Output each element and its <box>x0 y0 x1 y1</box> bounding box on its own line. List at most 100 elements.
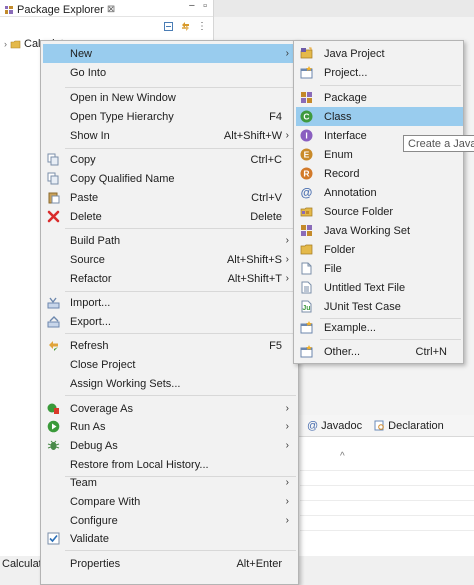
submenu-item-java-project[interactable]: Java Project <box>296 44 463 63</box>
menu-item-build-path[interactable]: Build Path › <box>43 231 298 250</box>
submenu-item-label: Interface <box>324 129 367 142</box>
tooltip-text: Create a Java c <box>408 138 474 150</box>
menu-item-copy-qualified-name[interactable]: Copy Qualified Name <box>43 169 298 188</box>
tab-javadoc[interactable]: @ Javadoc <box>307 420 362 432</box>
menu-item-show-in[interactable]: Show In Alt+Shift+W › <box>43 126 298 145</box>
java-project-folder-icon <box>10 40 21 48</box>
grid-line <box>300 530 474 531</box>
menu-item-label: Show In <box>70 129 110 142</box>
submenu-item-record[interactable]: R Record <box>296 164 463 183</box>
menu-item-label: Close Project <box>70 358 136 371</box>
menu-item-paste[interactable]: Paste Ctrl+V <box>43 188 298 207</box>
submenu-item-source-folder[interactable]: Source Folder <box>296 202 463 221</box>
submenu-item-annotation[interactable]: @ Annotation <box>296 183 463 202</box>
menu-item-label: Copy <box>70 153 96 166</box>
menu-item-compare-with[interactable]: Compare With › <box>43 492 298 511</box>
package-explorer-tab[interactable]: Package Explorer ⊠ <box>0 0 119 17</box>
package-explorer-icon <box>5 5 13 14</box>
submenu-item-untitled-text-file[interactable]: Untitled Text File <box>296 278 463 297</box>
submenu-arrow-icon: › <box>285 403 289 414</box>
submenu-item-label: Source Folder <box>324 205 394 218</box>
view-menu-icon[interactable]: ⋮ <box>197 21 207 32</box>
svg-text:E: E <box>304 150 310 160</box>
submenu-arrow-icon: › <box>285 440 289 451</box>
expand-chevron-icon[interactable]: › <box>4 39 7 49</box>
source-folder-icon <box>300 207 313 217</box>
submenu-item-project[interactable]: Project... <box>296 63 463 82</box>
collapse-all-icon[interactable] <box>163 21 174 32</box>
menu-item-label: New <box>70 47 93 60</box>
grid-line <box>300 500 474 501</box>
svg-text:C: C <box>303 112 309 122</box>
submenu-item-example[interactable]: Example... <box>296 318 463 337</box>
menu-item-source[interactable]: Source Alt+Shift+S › <box>43 250 298 269</box>
menu-item-label: Refactor <box>70 272 112 285</box>
maximize-icon[interactable]: ▫ <box>203 0 207 12</box>
menu-item-label: Restore from Local History... <box>70 458 209 471</box>
submenu-item-folder[interactable]: Folder <box>296 240 463 259</box>
menu-item-shortcut: Delete <box>250 210 282 223</box>
submenu-item-other[interactable]: Other... Ctrl+N <box>296 342 463 361</box>
menu-item-refactor[interactable]: Refactor Alt+Shift+T › <box>43 269 298 288</box>
tooltip: Create a Java c <box>403 135 474 152</box>
menu-item-label: Import... <box>70 296 111 309</box>
menu-item-label: Debug As <box>70 439 118 452</box>
folder-icon <box>300 244 313 255</box>
submenu-item-package[interactable]: Package <box>296 88 463 107</box>
tab-declaration[interactable]: Declaration <box>374 420 444 432</box>
menu-item-label: Source <box>70 253 105 266</box>
copy-qualified-icon <box>47 172 59 185</box>
menu-item-export[interactable]: Export... <box>43 312 298 331</box>
close-tab-icon[interactable]: ⊠ <box>107 4 115 15</box>
menu-item-label: Compare With <box>70 495 141 508</box>
record-icon: R <box>300 167 313 180</box>
at-icon: @ <box>307 419 319 432</box>
menu-item-import[interactable]: Import... <box>43 293 298 312</box>
java-project-icon <box>300 47 313 59</box>
menu-item-debug-as[interactable]: Debug As › <box>43 436 298 455</box>
delete-icon <box>47 210 60 223</box>
submenu-arrow-icon: › <box>285 235 289 246</box>
submenu-item-label: Example... <box>324 321 376 334</box>
menu-item-close-project[interactable]: Close Project <box>43 355 298 374</box>
menu-separator <box>65 148 296 149</box>
menu-item-label: Build Path <box>70 234 121 247</box>
submenu-item-junit-test-case[interactable]: Ju JUnit Test Case <box>296 297 463 316</box>
menu-item-new[interactable]: New › <box>43 44 298 63</box>
menu-item-run-as[interactable]: Run As › <box>43 417 298 436</box>
menu-item-delete[interactable]: Delete Delete <box>43 207 298 226</box>
link-with-editor-icon[interactable] <box>180 21 191 32</box>
submenu-item-label: File <box>324 262 342 275</box>
svg-text:@: @ <box>301 186 313 199</box>
menu-item-validate[interactable]: Validate <box>43 529 298 548</box>
editor-tab-strip <box>213 0 474 17</box>
submenu-item-label: Project... <box>324 66 368 79</box>
menu-item-configure[interactable]: Configure › <box>43 511 298 530</box>
menu-item-assign-working-sets[interactable]: Assign Working Sets... <box>43 374 298 393</box>
menu-item-refresh[interactable]: Refresh F5 <box>43 336 298 355</box>
menu-item-open-in-new-window[interactable]: Open in New Window <box>43 88 298 107</box>
menu-item-open-type-hierarchy[interactable]: Open Type Hierarchy F4 <box>43 107 298 126</box>
submenu-item-label: Enum <box>324 148 353 161</box>
menu-item-shortcut: F4 <box>269 110 282 123</box>
submenu-item-class[interactable]: C Class <box>296 107 463 126</box>
submenu-arrow-icon: › <box>285 48 289 59</box>
menu-item-team[interactable]: Team › <box>43 473 298 492</box>
submenu-item-label: Folder <box>324 243 356 256</box>
menu-item-properties[interactable]: Properties Alt+Enter <box>43 554 298 573</box>
menu-item-copy[interactable]: Copy Ctrl+C <box>43 150 298 169</box>
refresh-icon <box>49 341 58 351</box>
menu-item-coverage-as[interactable]: Coverage As › <box>43 399 298 418</box>
menu-item-restore-from-local-history[interactable]: Restore from Local History... <box>43 455 298 474</box>
menu-item-go-into[interactable]: Go Into <box>43 63 298 82</box>
menu-separator <box>65 550 296 551</box>
export-icon <box>47 316 60 328</box>
working-set-icon <box>301 225 312 236</box>
submenu-item-java-working-set[interactable]: Java Working Set <box>296 221 463 240</box>
submenu-item-file[interactable]: File <box>296 259 463 278</box>
submenu-arrow-icon: › <box>285 254 289 265</box>
package-explorer-tab-label: Package Explorer <box>17 3 104 16</box>
minimize-icon[interactable]: − <box>189 0 195 12</box>
sort-indicator-icon[interactable]: ^ <box>340 451 345 462</box>
file-icon <box>301 262 312 275</box>
